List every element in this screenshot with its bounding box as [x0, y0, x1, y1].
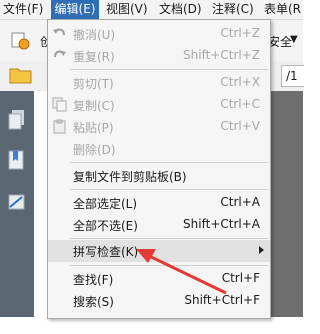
menu-item-copy-label: 复制(C) — [73, 99, 115, 113]
menu-item-paste-label: 粘贴(P) — [73, 121, 114, 135]
menu-item-cut[interactable]: 剪切(T) Ctrl+X — [48, 72, 270, 94]
menu-item-delete[interactable]: 删除(D) — [48, 138, 270, 160]
menu-separator — [70, 189, 268, 190]
navigation-sidebar — [0, 91, 34, 317]
paste-icon — [52, 119, 67, 134]
menu-item-copy[interactable]: 复制(C) Ctrl+C — [48, 94, 270, 116]
menu-file[interactable]: 文件(F) — [3, 0, 43, 19]
menu-item-cut-shortcut: Ctrl+X — [220, 75, 260, 89]
toolbar-security-label[interactable]: 安全 — [268, 33, 292, 50]
menu-item-search[interactable]: 搜索(S) Shift+Ctrl+F — [48, 290, 270, 312]
menu-item-partial[interactable] — [48, 312, 270, 334]
menu-separator — [70, 162, 268, 163]
menu-item-deselect-all-shortcut: Shift+Ctrl+A — [183, 217, 260, 231]
menu-item-redo-label: 重复(R) — [73, 50, 115, 64]
menu-separator — [70, 238, 268, 239]
menu-item-redo-shortcut: Shift+Ctrl+Z — [183, 48, 260, 62]
page-number-field[interactable]: /1 — [281, 65, 304, 87]
menu-item-deselect-all-label: 全部不选(E) — [73, 219, 138, 233]
menu-edit[interactable]: 编辑(E) — [51, 0, 99, 19]
menu-item-undo-label: 撤消(U) — [73, 28, 116, 42]
menu-item-undo-shortcut: Ctrl+Z — [220, 26, 260, 40]
menu-item-spell-check[interactable]: 拼写检查(K) — [48, 240, 270, 262]
menu-item-undo[interactable]: 撤消(U) Ctrl+Z — [48, 23, 270, 45]
menu-document[interactable]: 文档(D) — [159, 0, 202, 19]
menu-item-search-shortcut: Shift+Ctrl+F — [184, 293, 260, 307]
undo-icon — [52, 26, 67, 41]
menu-separator — [70, 265, 268, 266]
menu-item-paste-shortcut: Ctrl+V — [220, 119, 260, 133]
menu-edit-label: 编辑(E) — [54, 2, 96, 16]
signatures-icon[interactable] — [7, 191, 27, 213]
open-folder-icon[interactable] — [9, 66, 33, 84]
menu-form-label: 表单(R — [264, 2, 302, 16]
menu-file-label: 文件(F) — [3, 2, 44, 16]
menu-item-find[interactable]: 查找(F) Ctrl+F — [48, 268, 270, 290]
menu-view[interactable]: 视图(V) — [106, 0, 148, 19]
menu-item-paste[interactable]: 粘贴(P) Ctrl+V — [48, 116, 270, 138]
menu-item-redo[interactable]: 重复(R) Shift+Ctrl+Z — [48, 45, 270, 67]
menu-view-label: 视图(V) — [106, 2, 148, 16]
document-area — [270, 91, 303, 317]
menu-form[interactable]: 表单(R — [264, 0, 301, 19]
create-tool-icon[interactable] — [10, 30, 30, 50]
bookmarks-icon[interactable] — [7, 149, 27, 171]
menu-comment[interactable]: 注释(C) — [212, 0, 254, 19]
menu-item-copy-file-to-clipboard[interactable]: 复制文件到剪贴板(B) — [48, 165, 270, 187]
redo-icon — [52, 48, 67, 63]
menu-item-cut-label: 剪切(T) — [73, 77, 114, 91]
menu-item-find-label: 查找(F) — [73, 273, 114, 287]
page-total-label: /1 — [286, 69, 298, 83]
menu-item-search-label: 搜索(S) — [73, 295, 114, 309]
submenu-arrow-icon — [259, 246, 264, 254]
menu-comment-label: 注释(C) — [212, 2, 254, 16]
chevron-down-icon[interactable]: ▼ — [290, 34, 298, 45]
menu-item-select-all[interactable]: 全部选定(L) Ctrl+A — [48, 192, 270, 214]
menu-separator — [70, 69, 268, 70]
menu-item-spell-check-label: 拼写检查(K) — [73, 245, 139, 259]
copy-icon — [52, 97, 67, 112]
menu-item-find-shortcut: Ctrl+F — [221, 271, 260, 285]
menu-item-select-all-label: 全部选定(L) — [73, 197, 138, 211]
menu-item-copy-file-label: 复制文件到剪贴板(B) — [73, 170, 187, 184]
edit-menu: 撤消(U) Ctrl+Z 重复(R) Shift+Ctrl+Z 剪切(T) Ct… — [47, 19, 271, 319]
menu-item-delete-label: 删除(D) — [73, 143, 116, 157]
menu-item-select-all-shortcut: Ctrl+A — [220, 195, 260, 209]
menu-item-copy-shortcut: Ctrl+C — [220, 97, 260, 111]
pages-icon[interactable] — [7, 109, 27, 131]
menubar: 文件(F) 编辑(E) 视图(V) 文档(D) 注释(C) 表单(R — [0, 0, 303, 20]
menu-document-label: 文档(D) — [159, 2, 202, 16]
menu-item-deselect-all[interactable]: 全部不选(E) Shift+Ctrl+A — [48, 214, 270, 236]
